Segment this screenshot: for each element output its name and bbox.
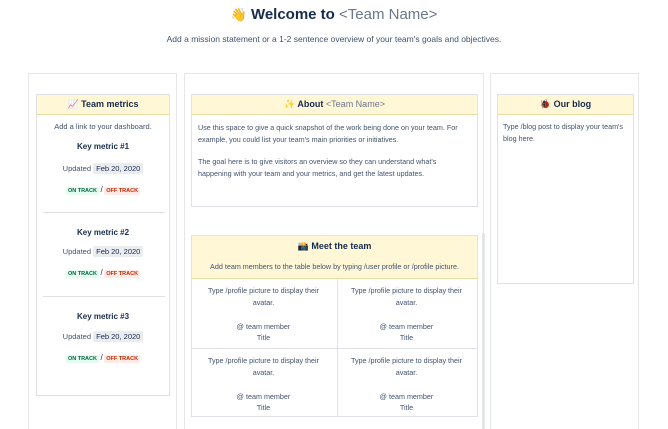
scrollbar[interactable] — [482, 233, 485, 429]
team-metrics-header: 📈 Team metrics — [37, 95, 169, 115]
page-title: 👋 Welcome to <Team Name> — [0, 6, 668, 23]
team-member-cell[interactable]: Type /profile picture to display their a… — [192, 349, 335, 418]
off-track-badge[interactable]: OFF TRACK — [104, 355, 141, 363]
profile-picture-placeholder: Type /profile picture to display their a… — [350, 356, 463, 377]
metric-name: Key metric #2 — [76, 228, 130, 237]
team-metrics-title: Team metrics — [81, 99, 139, 109]
waving-hand-icon: 👋 — [230, 8, 247, 23]
metric-status: ON TRACK / OFF TRACK — [37, 185, 169, 195]
status-separator: / — [100, 185, 103, 194]
profile-picture-placeholder: Type /profile picture to display their a… — [207, 286, 320, 307]
team-name-placeholder: <Team Name> — [325, 99, 385, 109]
metric-updated: Updated Feb 20, 2020 — [37, 163, 169, 174]
team-member-cell[interactable]: Type /profile picture to display their a… — [335, 349, 478, 418]
member-title: Title — [399, 403, 414, 412]
about-paragraph: Use this space to give a quick snapshot … — [198, 123, 458, 144]
team-member-mention[interactable]: @ team member — [335, 391, 478, 402]
on-track-badge[interactable]: ON TRACK — [65, 270, 99, 278]
about-panel: ✨ About <Team Name> Use this space to gi… — [191, 94, 478, 207]
key-metric-2: Key metric #2 Updated Feb 20, 2020 ON TR… — [37, 228, 169, 278]
about-title: About — [297, 99, 326, 109]
key-metric-3: Key metric #3 Updated Feb 20, 2020 ON TR… — [37, 312, 169, 363]
about-paragraph: The goal here is to give visitors an ove… — [198, 157, 437, 178]
team-member-mention[interactable]: @ team member — [335, 321, 478, 332]
metric-name: Key metric #1 — [76, 142, 130, 151]
team-metrics-panel: 📈 Team metrics Add a link to your dashbo… — [36, 94, 170, 396]
lady-beetle-icon: 🐞 — [539, 100, 552, 110]
blog-header: 🐞 Our blog — [498, 95, 633, 115]
metric-updated: Updated Feb 20, 2020 — [37, 331, 169, 342]
status-separator: / — [100, 353, 103, 362]
divider — [43, 212, 165, 213]
member-title: Title — [256, 403, 271, 412]
chart-increasing-icon: 📈 — [67, 100, 79, 110]
off-track-badge[interactable]: OFF TRACK — [104, 270, 141, 278]
team-member-cell[interactable]: Type /profile picture to display their a… — [192, 279, 335, 348]
member-title: Title — [256, 333, 271, 342]
status-separator: / — [100, 268, 103, 277]
metric-status: ON TRACK / OFF TRACK — [37, 268, 169, 278]
meet-the-team-header: 📸 Meet the team — [192, 236, 477, 259]
on-track-badge[interactable]: ON TRACK — [65, 187, 99, 195]
member-title: Title — [399, 333, 414, 342]
updated-label: Updated — [62, 332, 92, 341]
meet-the-team-panel: 📸 Meet the team Add team members to the … — [191, 235, 478, 417]
on-track-badge[interactable]: ON TRACK — [65, 355, 99, 363]
key-metric-1: Key metric #1 Updated Feb 20, 2020 ON TR… — [37, 142, 169, 195]
page-title-text: Welcome to — [250, 6, 340, 23]
date-lozenge[interactable]: Feb 20, 2020 — [93, 246, 144, 257]
off-track-badge[interactable]: OFF TRACK — [104, 187, 141, 195]
meet-the-team-title: Meet the team — [311, 241, 372, 251]
blog-instructions: Type /blog post to display your team's b… — [503, 122, 624, 143]
team-member-mention[interactable]: @ team member — [192, 321, 335, 332]
camera-flash-icon: 📸 — [297, 242, 309, 252]
team-name-placeholder: <Team Name> — [339, 6, 438, 23]
updated-label: Updated — [62, 164, 92, 173]
updated-label: Updated — [62, 247, 92, 256]
team-member-cell[interactable]: Type /profile picture to display their a… — [335, 279, 478, 348]
team-instructions: Add team members to the table below by t… — [192, 259, 477, 279]
mission-statement: Add a mission statement or a 1-2 sentenc… — [166, 34, 502, 44]
metric-updated: Updated Feb 20, 2020 — [37, 246, 169, 257]
team-member-mention[interactable]: @ team member — [192, 391, 335, 402]
about-header: ✨ About <Team Name> — [192, 95, 477, 115]
date-lozenge[interactable]: Feb 20, 2020 — [93, 163, 144, 174]
blog-title: Our blog — [553, 99, 592, 109]
profile-picture-placeholder: Type /profile picture to display their a… — [350, 286, 463, 307]
table-divider — [192, 348, 477, 349]
blog-panel: 🐞 Our blog Type /blog post to display yo… — [497, 94, 634, 284]
divider — [43, 296, 165, 297]
sparkles-icon: ✨ — [284, 100, 296, 110]
profile-picture-placeholder: Type /profile picture to display their a… — [207, 356, 320, 377]
dashboard-link-note[interactable]: Add a link to your dashboard. — [37, 122, 169, 131]
metric-status: ON TRACK / OFF TRACK — [37, 353, 169, 363]
date-lozenge[interactable]: Feb 20, 2020 — [93, 331, 144, 342]
metric-name: Key metric #3 — [76, 312, 130, 321]
